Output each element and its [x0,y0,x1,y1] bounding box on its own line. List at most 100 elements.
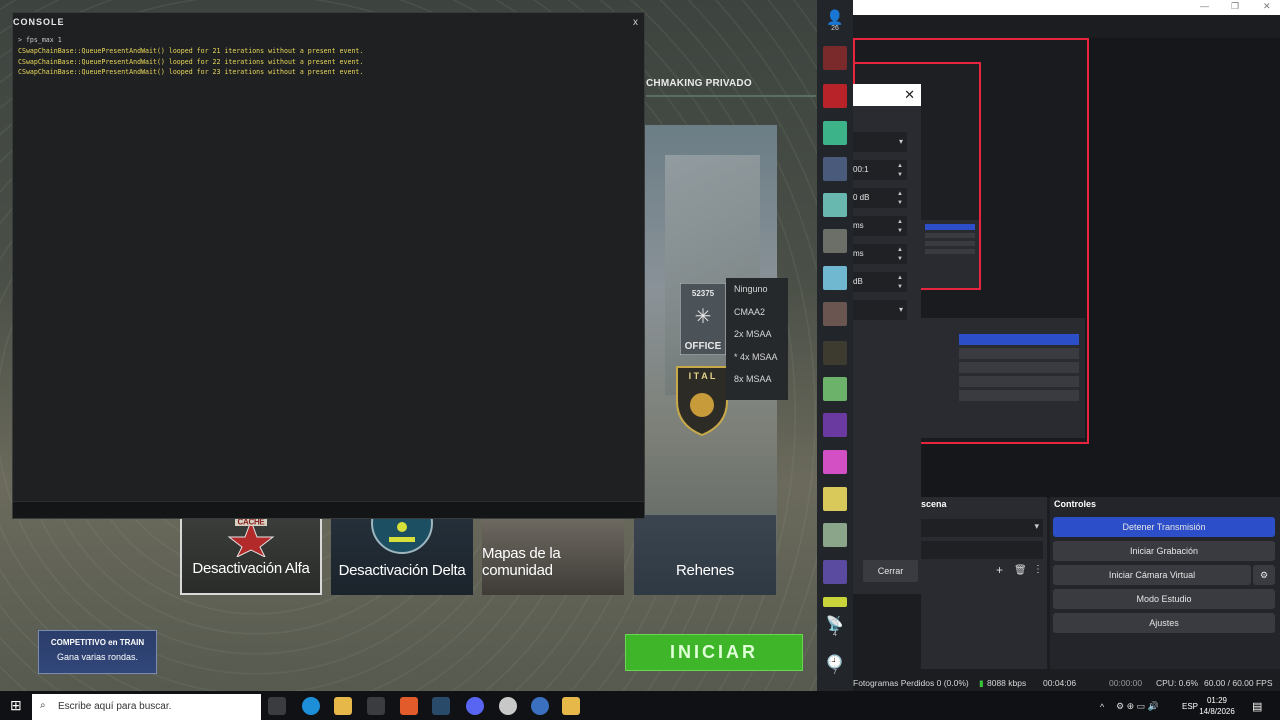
close-icon[interactable]: ✕ [1263,1,1271,12]
mode-label: Mapas de la comunidad [482,545,561,579]
tray-icons[interactable]: ⚙ ⊕ ▭ 🔊 [1116,701,1159,712]
scene-dropdown[interactable]: ▾ [921,519,1043,537]
avatar[interactable] [823,450,847,474]
aa-option-8x-msaa[interactable]: 8x MSAA [726,368,788,391]
maximize-icon[interactable]: ❐ [1231,1,1239,12]
aa-option-cmaa2[interactable]: CMAA2 [726,301,788,324]
clock-time: 01:29 [1206,696,1228,705]
cs-icon[interactable] [562,697,580,715]
avatar[interactable] [823,487,847,511]
avatar[interactable] [823,84,847,108]
add-icon[interactable]: + [996,563,1003,577]
spinner-arrows-icon[interactable]: ▲ ▼ [893,218,907,236]
aa-option-ninguno[interactable]: Ninguno [726,278,788,301]
console-input[interactable] [13,501,644,518]
service-medal-icon: 52375 ✳ OFFICE [680,283,726,355]
preview-nested-controls [921,318,1085,438]
start-virtual-camera-button[interactable]: Iniciar Cámara Virtual [1053,565,1251,585]
avatar[interactable] [823,377,847,401]
cerrar-button[interactable]: Cerrar [863,560,918,582]
task-view-icon[interactable] [268,697,286,715]
taskbar-search-input[interactable]: Escribe aquí para buscar. [32,694,261,720]
close-icon[interactable]: ✕ [904,87,915,103]
promo-title: COMPETITIVO en TRAIN [50,638,145,647]
app-icon[interactable] [531,697,549,715]
dialog-titlebar: ✕ [853,84,921,106]
windows-start-icon[interactable]: ⊞ [10,697,22,714]
start-recording-button[interactable]: Iniciar Grabación [1053,541,1275,561]
mode-label: Desactivación Delta [338,562,466,579]
start-button[interactable]: INICIAR [625,634,803,671]
broadcast-icon[interactable]: 📡 4 [825,616,845,639]
dialog-dropdown[interactable]: ▾ [853,300,907,320]
brave-icon[interactable] [400,697,418,715]
history-count: 7 [833,669,837,676]
language-indicator[interactable]: ESP [1182,702,1198,711]
avatar[interactable] [823,193,847,217]
console-title: CONSOLE [13,17,65,27]
avatar[interactable] [823,341,847,365]
edge-icon[interactable] [302,697,320,715]
avatar[interactable] [823,157,847,181]
cpu-usage: CPU: 0.6% [1156,678,1199,688]
obs-status-bar: Fotogramas Perdidos 0 (0.0%) ▮ 8088 kbps… [853,676,1280,691]
spinner-arrows-icon[interactable]: ▲ ▼ [893,190,907,208]
studio-mode-button[interactable]: Modo Estudio [1053,589,1275,609]
controls-panel: Controles Detener Transmisión Iniciar Gr… [1050,497,1280,669]
italy-label: I T A L [689,371,716,381]
italy-rooster-emblem-icon: I T A L [676,366,728,437]
spinner-arrows-icon[interactable]: ▲ ▼ [893,162,907,180]
discord-icon[interactable] [466,697,484,715]
aa-option-4x-msaa[interactable]: * 4x MSAA [726,346,788,369]
aa-option-2x-msaa[interactable]: 2x MSAA [726,323,788,346]
avatar[interactable] [823,560,847,584]
mode-label: Desactivación Alfa [192,560,310,577]
mode-label: Rehenes [676,562,734,579]
friends-icon[interactable]: 👤 26 [825,10,845,36]
mode-card-mapas-comunidad[interactable]: Mapas de la comunidad [482,515,624,595]
settings-button[interactable]: Ajustes [1053,613,1275,633]
minimize-icon[interactable]: — [1200,1,1209,11]
friends-count: 26 [831,25,839,32]
mode-card-desactivacion-delta[interactable]: Desactivación Delta [331,515,473,595]
anti-aliasing-dropdown[interactable]: Ninguno CMAA2 2x MSAA * 4x MSAA 8x MSAA [726,278,788,400]
promo-subtitle: Gana varias rondas. [56,652,139,662]
obs-icon[interactable] [499,697,517,715]
history-icon[interactable]: 🕘 7 [825,655,845,677]
steam-icon[interactable] [432,697,450,715]
avatar[interactable] [823,597,847,607]
file-explorer-icon[interactable] [334,697,352,715]
gear-icon[interactable]: ⚙ [1253,565,1275,585]
console-window[interactable]: CONSOLE x > fps_max 1 CSwapChainBase::Qu… [12,12,645,519]
tray-chevron-icon[interactable]: ^ [1100,702,1104,712]
spinner-arrows-icon[interactable]: ▲ ▼ [893,274,907,292]
stop-streaming-button[interactable]: Detener Transmisión [1053,517,1275,537]
mode-card-desactivacion-alfa[interactable]: CACHE Desactivación Alfa [180,515,322,595]
mode-card-rehenes[interactable]: Rehenes [634,515,776,595]
console-line: > fps_max 1 [18,36,62,44]
promo-banner-competitivo[interactable]: COMPETITIVO en TRAIN Gana varias rondas. [38,630,157,674]
avatar[interactable] [823,302,847,326]
taskbar-clock[interactable]: 01:29 14/8/2026 [1199,695,1235,717]
fps-readout: 60.00 / 60.00 FPS [1204,678,1273,688]
spinner-arrows-icon[interactable]: ▲ ▼ [893,246,907,264]
store-icon[interactable] [367,697,385,715]
avatar[interactable] [823,523,847,547]
avatar[interactable] [823,121,847,145]
trash-icon[interactable]: 🗑 [1014,565,1027,576]
close-icon[interactable]: x [633,17,638,28]
obs-window: — ❐ ✕ ✕ ▾ 00:1 ▲ ▼ 0 dB ▲ ▼ ms ▲ ▼ ms ▲ … [853,0,1280,691]
avatar[interactable] [823,413,847,437]
tab-matchmaking-privado[interactable]: CHMAKING PRIVADO [646,78,752,89]
avatar[interactable] [823,266,847,290]
dialog-dropdown[interactable]: ▾ [853,132,907,152]
more-icon[interactable]: ⋮ [1033,564,1043,575]
avatar[interactable] [823,46,847,70]
scene-spinbox[interactable] [921,541,1043,559]
clock-date: 14/8/2026 [1199,707,1235,716]
friends-sidebar: 👤 26 📡 4 🕘 7 [817,0,853,691]
notifications-icon[interactable]: ▤ [1252,700,1262,713]
avatar[interactable] [823,229,847,253]
console-titlebar[interactable]: CONSOLE x [13,13,644,31]
console-line: CSwapChainBase::QueuePresentAndWait() lo… [18,46,364,55]
